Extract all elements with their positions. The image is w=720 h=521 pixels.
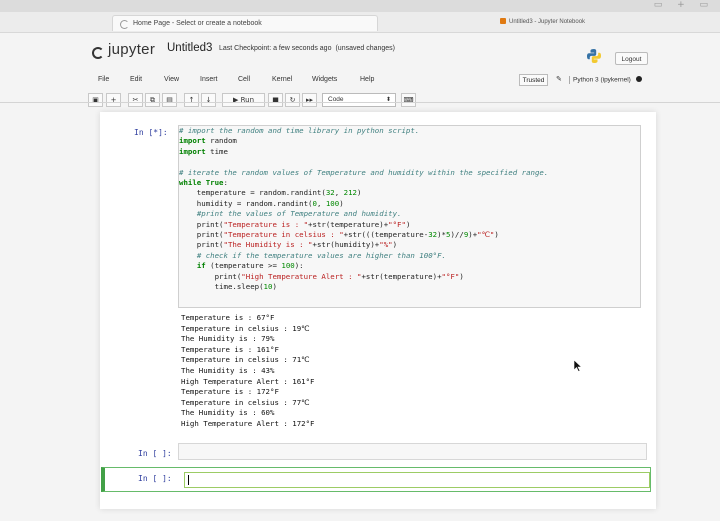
code-cell-1-output: Temperature is : 67°F Temperature in cel…	[181, 313, 315, 428]
insert-cell-button[interactable]: +	[106, 93, 121, 107]
selected-cell[interactable]: In [ ]:	[101, 467, 651, 492]
checkpoint-text: Last Checkpoint: a few seconds ago	[219, 45, 332, 52]
jupyter-favicon-icon	[500, 18, 506, 24]
kernel-indicator[interactable]: Python 3 (ipykernel)	[569, 76, 642, 84]
interrupt-button[interactable]: ■	[268, 93, 283, 107]
select-arrows-icon: ⬍	[385, 97, 391, 103]
paste-button[interactable]: ▤	[162, 93, 177, 107]
restart-run-all-button[interactable]: ▸▸	[302, 93, 317, 107]
header-divider	[0, 102, 720, 103]
run-button[interactable]: ▶ Run	[222, 93, 265, 107]
notebook-header: jupyter Untitled3 Last Checkpoint: a few…	[0, 32, 720, 68]
menu-edit[interactable]: Edit	[130, 76, 142, 83]
menu-kernel[interactable]: Kernel	[272, 76, 292, 83]
cell-type-select[interactable]: Code ⬍	[322, 93, 396, 107]
kernel-name: Python 3 (ipykernel)	[573, 76, 631, 84]
code-cell-2-input[interactable]	[178, 443, 647, 460]
edit-mode-pencil-icon: ✎	[556, 76, 562, 83]
menu-file[interactable]: File	[98, 76, 109, 83]
tab-untitled3[interactable]: Untitled3 - Jupyter Notebook	[500, 18, 585, 25]
menu-help[interactable]: Help	[360, 76, 374, 83]
window-frame: ▭ + ▭	[0, 0, 720, 12]
cut-button[interactable]: ✂	[128, 93, 143, 107]
code-cell-1-source[interactable]: # import the random and time library in …	[179, 126, 548, 293]
cell-1-prompt: In [*]:	[134, 128, 168, 137]
menu-insert[interactable]: Insert	[200, 76, 218, 83]
mouse-pointer-icon	[574, 360, 582, 372]
copy-button[interactable]: ⧉	[145, 93, 160, 107]
menu-widgets[interactable]: Widgets	[312, 76, 337, 83]
code-cell-3-input[interactable]	[184, 472, 650, 488]
python-logo-icon	[587, 49, 601, 63]
move-up-button[interactable]: ↑	[184, 93, 199, 107]
code-cell-1-input[interactable]: # import the random and time library in …	[178, 125, 641, 308]
text-cursor	[188, 475, 189, 485]
tab-title: Home Page - Select or create a notebook	[133, 20, 262, 27]
notebook-name[interactable]: Untitled3	[167, 42, 212, 54]
tab-title-2: Untitled3 - Jupyter Notebook	[509, 19, 586, 25]
checkpoint-status: Last Checkpoint: a few seconds ago (unsav…	[219, 45, 395, 52]
tab-bar: Home Page - Select or create a notebook …	[0, 12, 720, 33]
command-palette-button[interactable]: ⌨	[401, 93, 416, 107]
jupyter-logo-text[interactable]: jupyter	[108, 41, 155, 58]
logout-button[interactable]: Logout	[615, 52, 648, 65]
loading-spinner-icon	[120, 20, 129, 29]
menu-cell[interactable]: Cell	[238, 76, 250, 83]
kernel-busy-icon	[635, 76, 642, 82]
trusted-indicator[interactable]: Trusted	[519, 74, 548, 86]
unsaved-status: (unsaved changes)	[335, 45, 396, 52]
cell-3-prompt: In [ ]:	[138, 474, 172, 483]
save-button[interactable]: ▣	[88, 93, 103, 107]
menu-view[interactable]: View	[164, 76, 179, 83]
tab-home-page[interactable]: Home Page - Select or create a notebook	[112, 15, 378, 31]
cell-2-prompt: In [ ]:	[138, 449, 172, 458]
jupyter-logo-icon[interactable]	[92, 47, 104, 59]
menu-bar: File Edit View Insert Cell Kernel Widget…	[85, 74, 655, 90]
move-down-button[interactable]: ↓	[201, 93, 216, 107]
restart-button[interactable]: ↻	[285, 93, 300, 107]
window-controls[interactable]: ▭ + ▭	[654, 0, 714, 10]
